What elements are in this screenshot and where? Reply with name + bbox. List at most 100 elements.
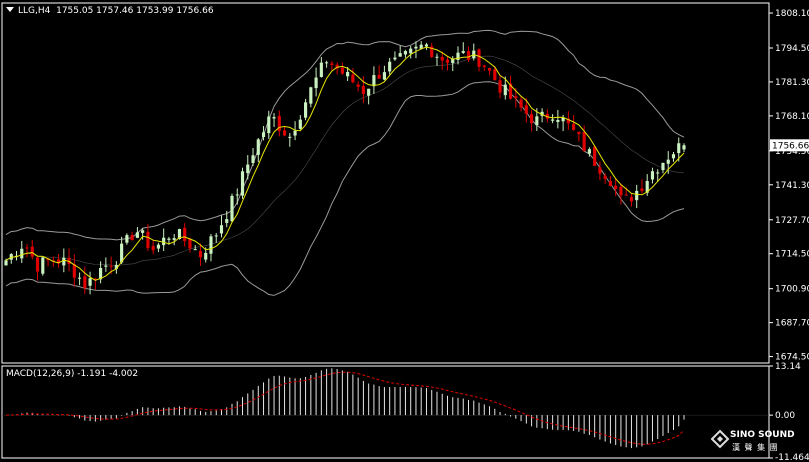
candle-body (435, 56, 439, 58)
candle-body (614, 185, 618, 190)
candle-body (235, 194, 239, 196)
candle-body (204, 252, 208, 260)
candle-body (146, 231, 150, 248)
candle-body (282, 130, 287, 136)
candle-body (624, 194, 628, 196)
candle-body (135, 232, 139, 238)
ohlc-values: 1755.05 1757.46 1753.99 1756.66 (56, 6, 214, 16)
candle-body (104, 265, 108, 267)
candle-body (666, 159, 670, 164)
candle-body (671, 154, 676, 159)
candle-body (230, 195, 234, 222)
candle-body (30, 246, 34, 257)
candle-body (340, 67, 344, 74)
candle-body (172, 238, 176, 240)
candle-body (156, 244, 160, 249)
sino-sound-logo: SINO SOUND 漢 聲 集 團 (708, 427, 808, 461)
candle-body (304, 102, 308, 118)
candle-body (141, 230, 145, 233)
price-tick-label: 1794.50 (775, 44, 809, 54)
candle-body (519, 99, 523, 108)
bollinger-middle-band (5, 55, 685, 266)
candle-body (551, 119, 555, 121)
candle-body (661, 162, 665, 171)
price-tick-label: 1781.30 (775, 78, 809, 88)
chart-canvas: 1808.101794.501781.301768.101754.501741.… (1, 2, 809, 462)
candle-body (130, 234, 134, 241)
candle-body (251, 155, 255, 164)
macd-tick-label: 13.14 (775, 362, 801, 372)
price-tick-label: 1727.70 (775, 216, 809, 226)
candle-body (25, 247, 29, 249)
candle-body (635, 190, 639, 201)
candle-body (398, 53, 402, 57)
candle-body (88, 278, 92, 286)
logo-icon (710, 429, 730, 449)
candle-body (482, 65, 486, 67)
candle-body (72, 264, 76, 278)
candle-body (572, 123, 576, 130)
candle-body (608, 180, 612, 187)
candle-body (603, 175, 607, 179)
candle-body (445, 59, 450, 63)
candle-body (35, 257, 40, 272)
candle-body (582, 132, 586, 152)
candle-body (298, 119, 302, 129)
candle-body (256, 139, 260, 155)
candle-body (556, 119, 560, 122)
main-plot-frame (1, 2, 770, 364)
candle-body (351, 74, 355, 83)
candle-body (198, 251, 203, 258)
candle-body (356, 84, 360, 87)
candle-body (656, 172, 660, 174)
candle-body (524, 105, 528, 114)
candle-body (650, 171, 655, 180)
candle-body (440, 56, 444, 61)
candle-body (267, 116, 271, 134)
price-tick-label: 1808.10 (775, 9, 809, 19)
candle-body (466, 51, 471, 60)
candle-body (78, 277, 82, 279)
candle-body (530, 114, 534, 124)
candle-body (309, 87, 313, 104)
candle-body (246, 164, 250, 174)
candle-body (325, 62, 329, 64)
candle-body (629, 196, 634, 202)
candle-body (183, 227, 187, 241)
moving-average-line (5, 46, 685, 281)
candle-body (477, 49, 481, 67)
candle-body (20, 248, 24, 259)
candle-body (487, 67, 492, 71)
candle-body (214, 235, 218, 237)
candle-body (372, 75, 376, 87)
candle-body (682, 145, 686, 150)
candle-body (219, 225, 224, 234)
candle-body (4, 260, 8, 266)
candle-body (593, 146, 597, 166)
candle-body (677, 143, 681, 154)
bollinger-upper-band (5, 29, 685, 241)
candle-body (377, 74, 381, 79)
candle-body (330, 63, 334, 65)
candle-body (498, 80, 502, 93)
candle-body (272, 117, 276, 119)
candle-body (346, 71, 350, 77)
macd-header: MACD(12,26,9) -1.191 -4.002 (6, 369, 139, 379)
candle-body (41, 257, 45, 274)
bollinger-lower-band (5, 81, 685, 296)
candle-body (640, 188, 644, 192)
price-tick-label: 1700.90 (775, 285, 809, 295)
candle-body (414, 46, 418, 49)
candle-body (393, 57, 397, 60)
candle-body (167, 238, 171, 240)
candle-body (225, 219, 229, 223)
candle-body (577, 131, 581, 134)
candle-body (151, 245, 155, 251)
candle-body (514, 96, 518, 99)
candle-body (162, 237, 166, 246)
dropdown-triangle-icon[interactable] (6, 7, 14, 12)
macd-tick-label: 0.00 (775, 411, 795, 421)
price-tick-label: 1768.10 (775, 112, 809, 122)
candle-body (62, 257, 66, 266)
candle-body (109, 265, 113, 267)
